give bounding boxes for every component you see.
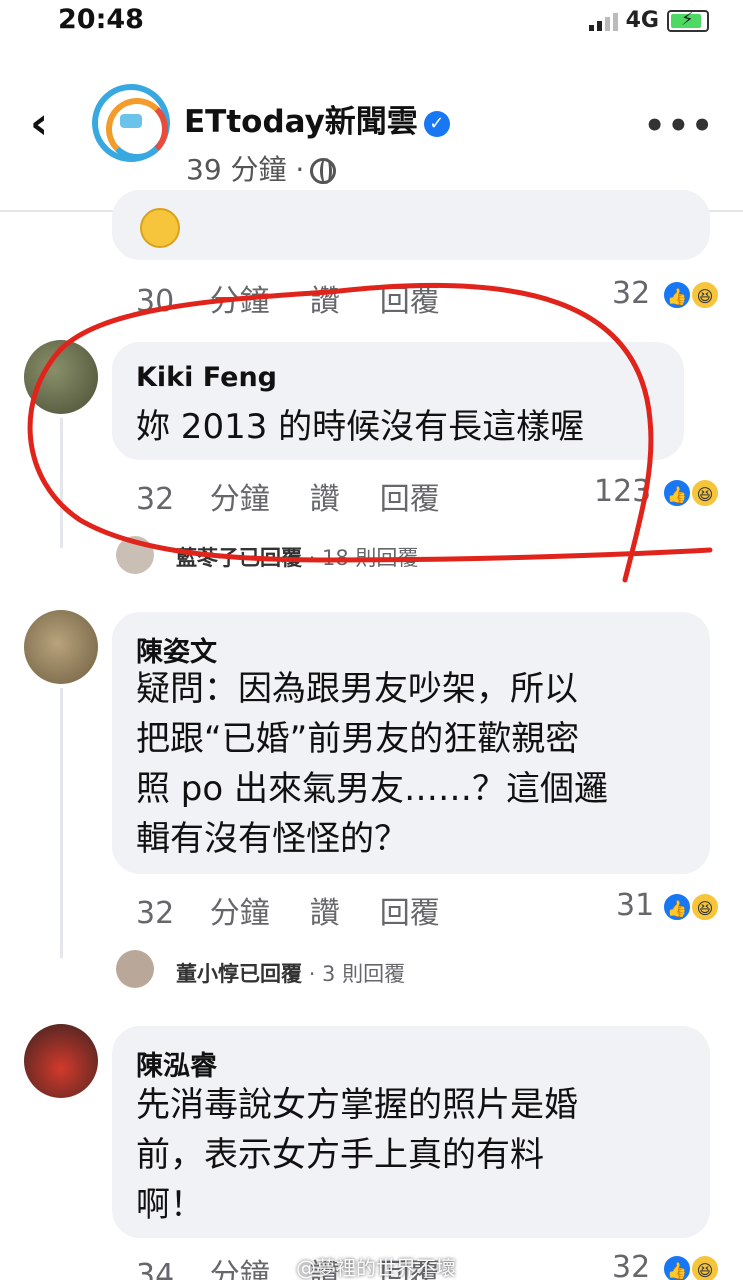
- like-reaction-icon: 👍: [662, 280, 692, 310]
- haha-reaction-icon: 😆: [690, 1254, 720, 1280]
- like-reaction-icon: 👍: [662, 1254, 692, 1280]
- like-link[interactable]: 讚: [310, 284, 340, 319]
- page-name-row[interactable]: ETtoday新聞雲 ✓: [184, 96, 450, 141]
- avatar[interactable]: [24, 610, 98, 684]
- network-type: 4G: [625, 8, 659, 33]
- comment-text: 疑問：因為跟男友吵架，所以 把跟“已婚”前男友的狂歡親密 照 po 出來氣男友……: [136, 664, 696, 864]
- rolling-eyes-emoji-icon: [140, 208, 180, 248]
- reply-link[interactable]: 回覆: [380, 284, 440, 319]
- status-bar: 20:48 4G ⚡: [0, 0, 743, 44]
- comment-text-line: 輯有沒有怪怪的？: [136, 819, 408, 859]
- reply-count: · 18 則回覆: [308, 546, 419, 570]
- post-time-row: 39 分鐘 ·: [186, 148, 337, 188]
- status-indicators: 4G ⚡: [588, 8, 709, 33]
- post-time[interactable]: 39 分鐘 ·: [186, 153, 304, 186]
- haha-reaction-icon: 😆: [690, 280, 720, 310]
- comment-time[interactable]: 32 分鐘: [136, 482, 270, 517]
- reply-avatar: [116, 536, 154, 574]
- thread-line: [60, 418, 63, 548]
- post-header: ‹ ETtoday新聞雲 ✓ 39 分鐘 · •••: [0, 60, 743, 210]
- comment-text-line: 疑問：因為跟男友吵架，所以: [136, 669, 578, 709]
- avatar[interactable]: [24, 1024, 98, 1098]
- comment-author[interactable]: Kiki Feng: [136, 362, 277, 393]
- comment-text: 先消毒說女方掌握的照片是婚 前，表示女方手上真的有料 啊！: [136, 1080, 696, 1230]
- reply-author: 藍苳子已回覆: [176, 546, 302, 570]
- comment-bubble[interactable]: [112, 190, 710, 260]
- reply-link[interactable]: 回覆: [380, 896, 440, 931]
- comment-time[interactable]: 34 分鐘: [136, 1258, 270, 1280]
- status-time: 20:48: [58, 4, 144, 35]
- chevron-left-icon[interactable]: ‹: [30, 102, 48, 146]
- signal-icon: [588, 11, 618, 31]
- comment-text: 妳 2013 的時候沒有長這樣喔: [136, 407, 585, 447]
- reaction-count[interactable]: 31: [616, 888, 654, 923]
- reaction-count[interactable]: 32: [612, 276, 650, 311]
- watermark: @夢裡的世界不壞: [296, 1256, 456, 1280]
- page-name[interactable]: ETtoday新聞雲: [184, 104, 418, 140]
- comment-time[interactable]: 30 分鐘: [136, 284, 270, 319]
- comment-time[interactable]: 32 分鐘: [136, 896, 270, 931]
- more-dots-icon[interactable]: •••: [644, 106, 715, 146]
- haha-reaction-icon: 😆: [690, 892, 720, 922]
- view-replies-link[interactable]: 董小惇已回覆 · 3 則回覆: [176, 958, 405, 988]
- comment-meta: 30 分鐘 讚 回覆: [136, 276, 480, 320]
- comment-text-line: 照 po 出來氣男友……？這個邏: [136, 769, 608, 809]
- page-avatar[interactable]: [92, 84, 170, 162]
- comment-text-line: 把跟“已婚”前男友的狂歡親密: [136, 719, 580, 759]
- globe-icon: [310, 158, 337, 184]
- like-link[interactable]: 讚: [310, 482, 340, 517]
- comment-text-line: 前，表示女方手上真的有料: [136, 1135, 544, 1175]
- verified-badge-icon: ✓: [423, 110, 450, 137]
- comment-meta: 32 分鐘 讚 回覆: [136, 474, 480, 518]
- avatar[interactable]: [24, 340, 98, 414]
- like-link[interactable]: 讚: [310, 896, 340, 931]
- comment-author[interactable]: 陳泓睿: [136, 1044, 217, 1083]
- reply-link[interactable]: 回覆: [380, 482, 440, 517]
- like-reaction-icon: 👍: [662, 478, 692, 508]
- reaction-count[interactable]: 32: [612, 1250, 650, 1280]
- view-replies-link[interactable]: 藍苳子已回覆 · 18 則回覆: [176, 542, 418, 572]
- reaction-count[interactable]: 123: [594, 474, 651, 509]
- thread-line: [60, 688, 63, 958]
- battery-icon: ⚡: [667, 9, 709, 32]
- comment-text-line: 啊！: [136, 1185, 204, 1225]
- reply-avatar: [116, 950, 154, 988]
- comment-meta: 32 分鐘 讚 回覆: [136, 888, 480, 932]
- reply-count: · 3 則回覆: [308, 962, 406, 986]
- comment-text-line: 先消毒說女方掌握的照片是婚: [136, 1085, 578, 1125]
- reply-author: 董小惇已回覆: [176, 962, 302, 986]
- like-reaction-icon: 👍: [662, 892, 692, 922]
- haha-reaction-icon: 😆: [690, 478, 720, 508]
